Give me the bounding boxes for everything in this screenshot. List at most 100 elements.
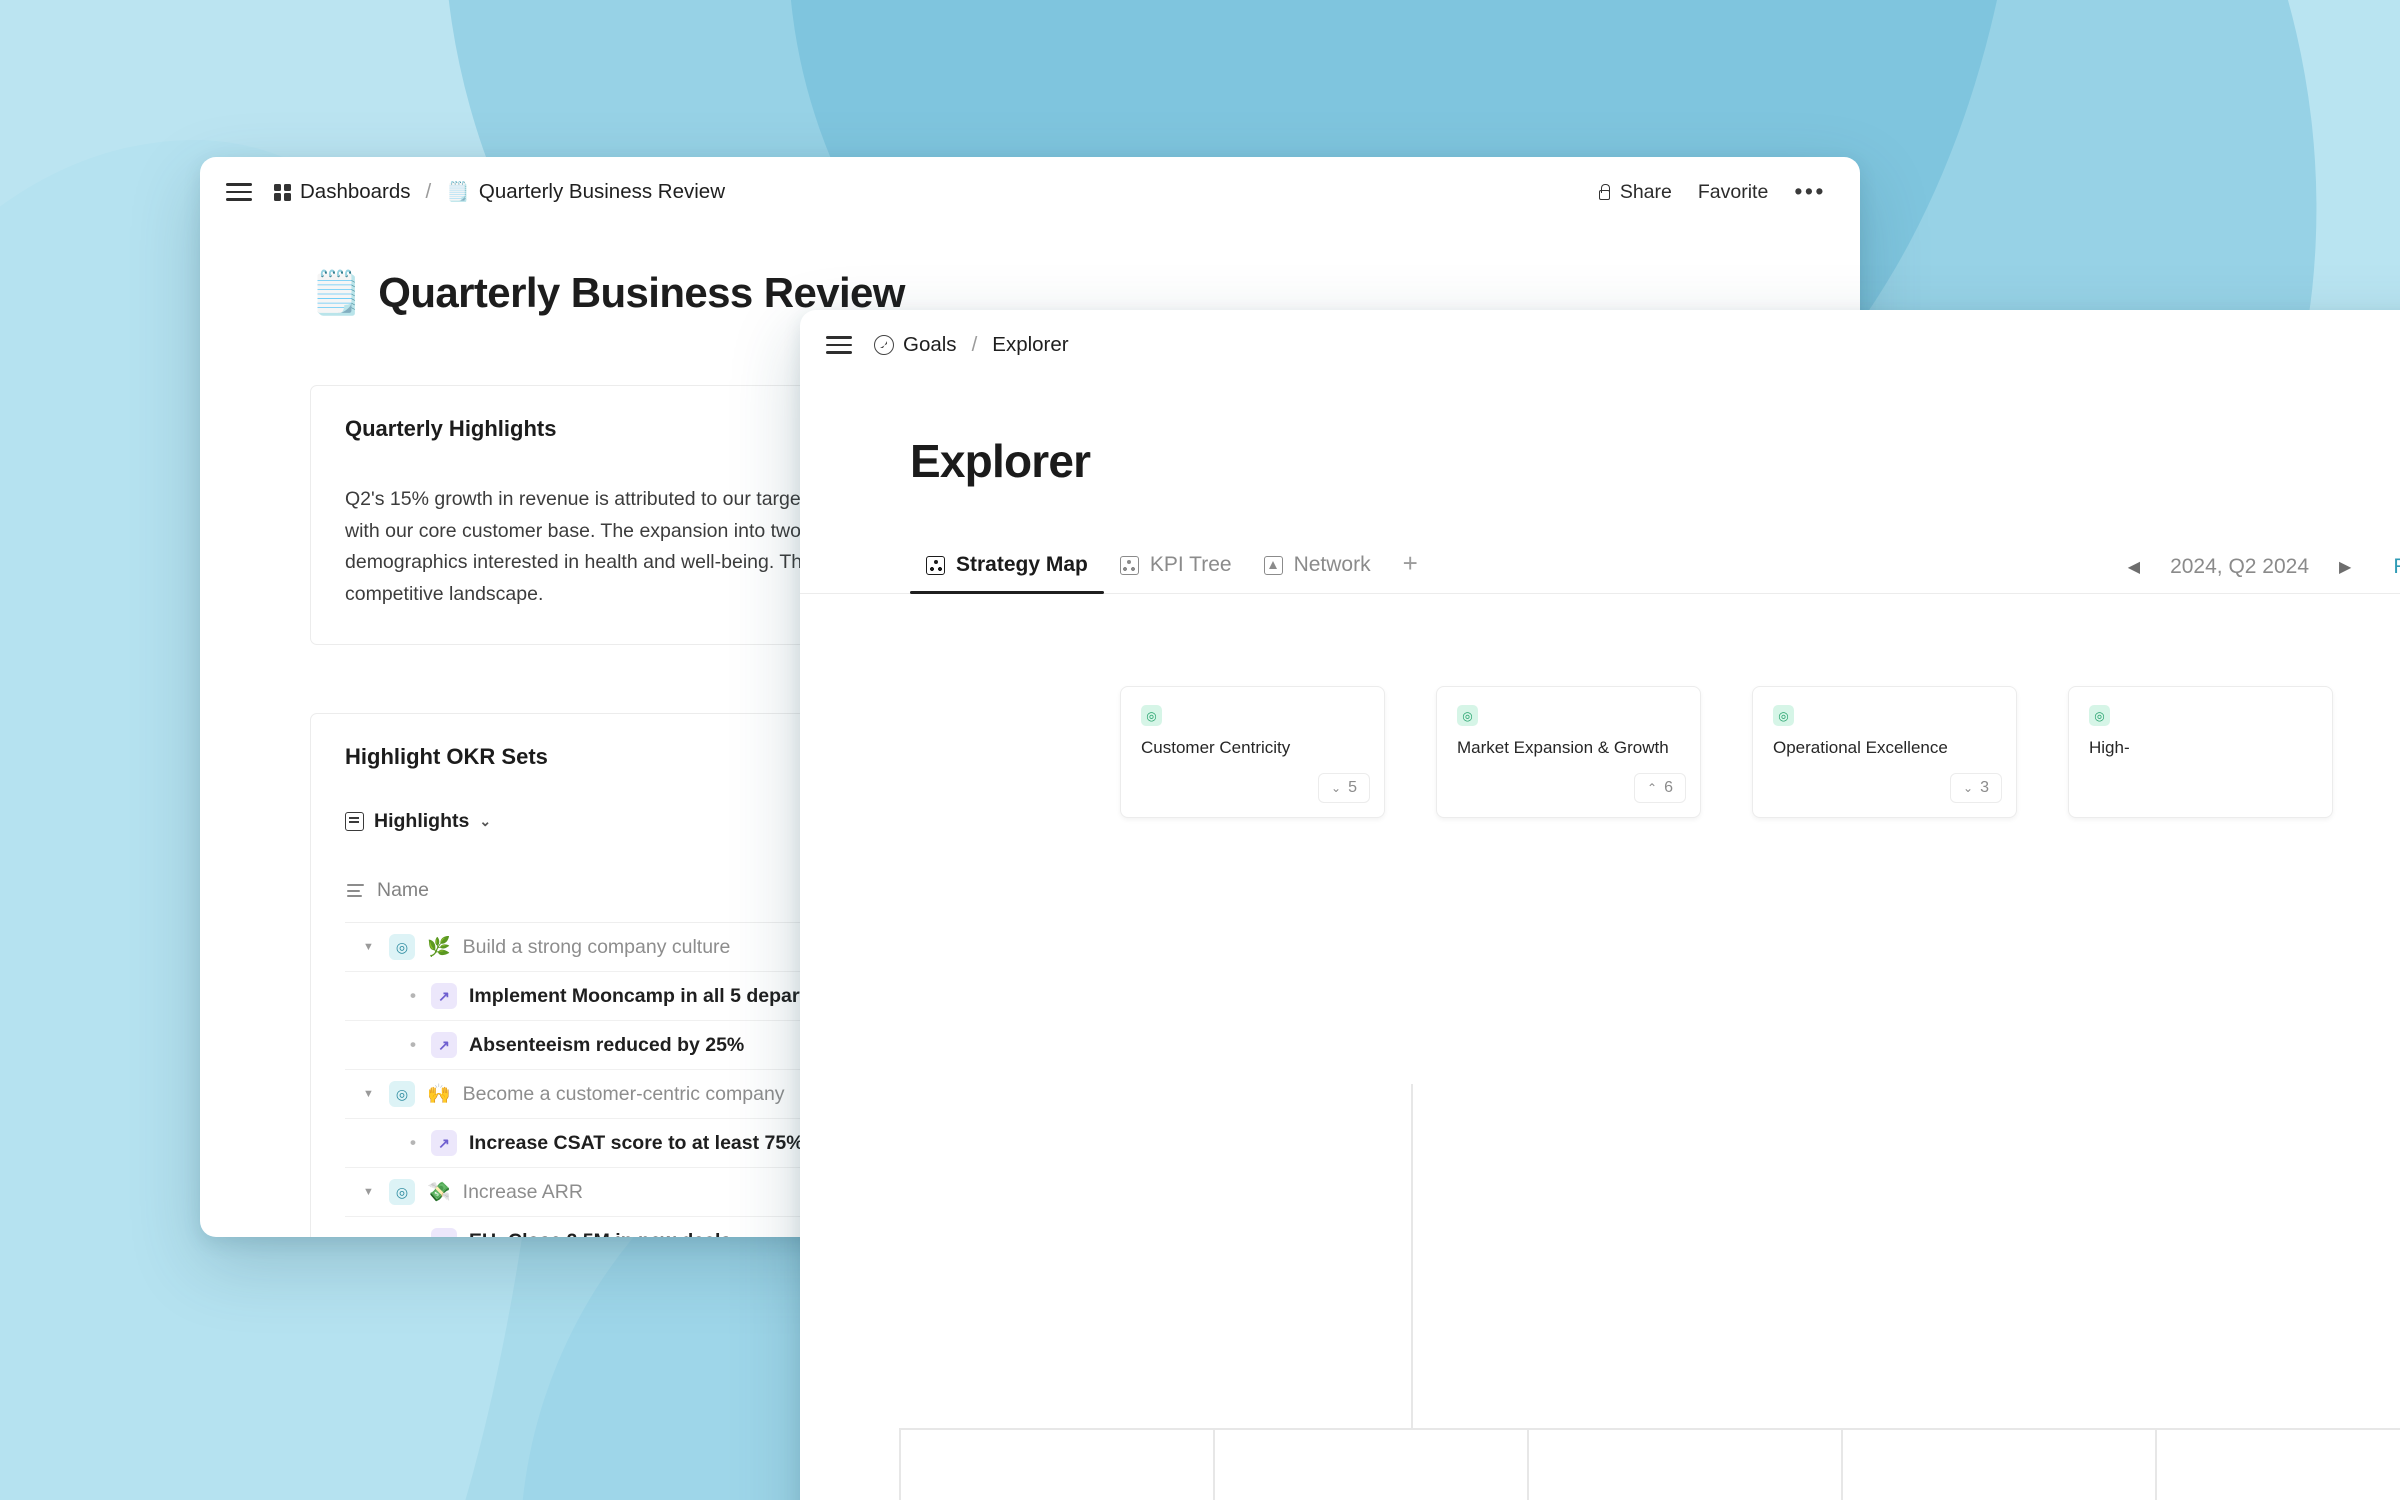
tree-icon [926,555,945,575]
breadcrumb-label-dashboards: Dashboards [300,180,411,203]
strategy-node-high-performance[interactable]: ◎ High- [2068,686,2333,818]
breadcrumb: Dashboards / 🗒️ Quarterly Business Revie… [274,180,725,204]
objective-icon: ◎ [389,1081,415,1108]
row-emoji-icon: 🌿 [427,937,451,959]
key-result-icon: ↗ [431,1032,457,1059]
objective-icon: ◎ [1141,705,1162,726]
strategy-node-title: Customer Centricity [1141,738,1291,757]
child-count-badge[interactable]: ⌄ 5 [1318,773,1370,803]
tab-network[interactable]: Network [1248,553,1387,593]
chevron-down-icon: ⌄ [1963,781,1974,795]
breadcrumb-label-current: Quarterly Business Review [478,180,726,203]
triangle-box-icon [1263,555,1283,575]
bullet-icon: • [410,1035,416,1055]
row-emoji-icon: 💸 [427,1182,451,1204]
strategy-node-operational-excellence[interactable]: ◎ Operational Excellence ⌄ 3 [1752,686,2017,818]
objective-icon: ◎ [1773,705,1794,726]
breadcrumb-separator: / [425,180,432,203]
child-count-value: 3 [1980,779,1989,796]
favorite-button[interactable]: Favorite [1698,181,1768,204]
share-button[interactable]: Share [1598,181,1672,204]
key-result-icon: ↗ [431,983,457,1010]
strategy-map-canvas[interactable]: ◎ Customer Centricity ⌄ 5 ◎ Market Expan… [800,594,2400,1500]
hamburger-icon[interactable] [826,336,852,354]
dashboard-topbar: Dashboards / 🗒️ Quarterly Business Revie… [200,157,1860,227]
page-title: 🗒️ Quarterly Business Review [200,227,1860,317]
bullet-icon: • [410,1133,416,1153]
child-count-badge[interactable]: ⌃ 6 [1634,773,1686,803]
lock-icon [1598,184,1612,200]
connector-branch-5 [2155,1428,2157,1500]
child-count-badge[interactable]: ⌄ 3 [1950,773,2002,803]
spiral-notepad-icon: 🗒️ [446,181,470,203]
chevron-down-icon: ⌄ [479,813,492,830]
explorer-filter-button[interactable]: Filter [2393,555,2400,593]
connector-branch-3 [1527,1428,1529,1500]
strategy-node-customer-centricity[interactable]: ◎ Customer Centricity ⌄ 5 [1120,686,1385,818]
connector-vertical-main [1411,1084,1413,1429]
breadcrumb-item-dashboards[interactable]: Dashboards [274,180,411,204]
dashboard-actions: Share Favorite ••• [1598,180,1826,204]
spiral-notepad-icon: 🗒️ [310,269,363,316]
breadcrumb-item-explorer[interactable]: Explorer [992,333,1068,357]
chevron-up-icon: ⌃ [1647,781,1658,795]
okr-row-label: Become a customer-centric company [462,1082,785,1105]
objective-icon: ◎ [389,934,415,961]
connector-branch-4 [1841,1428,1843,1500]
screenshot-stage: Dashboards / 🗒️ Quarterly Business Revie… [0,0,2400,1500]
okr-row-label: Increase CSAT score to at least 75% [469,1131,804,1154]
breadcrumb-label-goals: Goals [903,333,957,356]
child-count-value: 5 [1348,779,1357,796]
connector-branch-1 [899,1428,901,1500]
rows-icon [347,884,364,898]
okr-view-label: Highlights [374,810,470,833]
strategy-node-title: Market Expansion & Growth [1457,738,1669,757]
tree-icon [1119,555,1139,575]
favorite-label: Favorite [1697,180,1769,203]
tab-strategy-map[interactable]: Strategy Map [910,553,1104,594]
more-options-icon[interactable]: ••• [1794,180,1826,203]
strategy-node-market-expansion-growth[interactable]: ◎ Market Expansion & Growth ⌃ 6 [1436,686,1701,818]
strategy-node-title: High- [2089,738,2130,757]
child-count-value: 6 [1664,779,1673,796]
breadcrumb-label-explorer: Explorer [992,333,1069,356]
tab-label: Network [1293,553,1371,576]
collapse-triangle-icon[interactable]: ▼ [363,1088,377,1100]
objective-icon: ◎ [1457,705,1478,726]
key-result-icon: ↗ [431,1130,457,1157]
connector-horizontal-bus [899,1428,2400,1430]
explorer-period-value: 2024, Q2 2024 [2170,555,2310,578]
collapse-triangle-icon[interactable]: ▼ [363,1186,377,1198]
breadcrumb: Goals / Explorer [874,333,1069,357]
add-tab-button[interactable]: + [1387,548,1428,593]
breadcrumb-item-current[interactable]: 🗒️ Quarterly Business Review [446,180,725,204]
breadcrumb-separator: / [971,333,978,356]
tab-label: Strategy Map [956,553,1088,576]
prev-period-arrow-icon[interactable]: ◀ [2128,557,2140,577]
hamburger-icon[interactable] [226,183,252,201]
tab-kpi-tree[interactable]: KPI Tree [1104,553,1248,593]
list-view-icon [345,812,364,832]
strategy-node-title: Operational Excellence [1773,738,1948,757]
okr-row-label: EU: Close 2.5M in new deals [469,1230,731,1237]
okr-row-label: Increase ARR [462,1180,583,1203]
okr-view-selector[interactable]: Highlights ⌄ [345,810,491,833]
explorer-window: Goals / Explorer Explorer Strategy Map K… [800,310,2400,1500]
tab-label: KPI Tree [1149,553,1232,576]
collapse-triangle-icon[interactable]: ▼ [363,941,377,953]
explorer-period-nav: ◀ 2024, Q2 2024 ▶ [2128,555,2352,593]
objective-icon: ◎ [389,1179,415,1206]
breadcrumb-item-goals[interactable]: Goals [874,333,957,357]
compass-icon [874,335,894,355]
chevron-down-icon: ⌄ [1331,781,1342,795]
okr-row-label: Absenteeism reduced by 25% [469,1033,745,1056]
bullet-icon: • [407,1231,419,1237]
okr-column-header-label: Name [377,879,430,902]
row-emoji-icon: 🙌 [427,1084,451,1106]
share-label: Share [1619,180,1672,203]
bullet-icon: • [410,986,416,1006]
okr-row-label: Build a strong company culture [462,935,731,958]
next-period-arrow-icon[interactable]: ▶ [2339,557,2351,577]
grid-icon [274,183,291,201]
connector-branch-2 [1213,1428,1215,1500]
